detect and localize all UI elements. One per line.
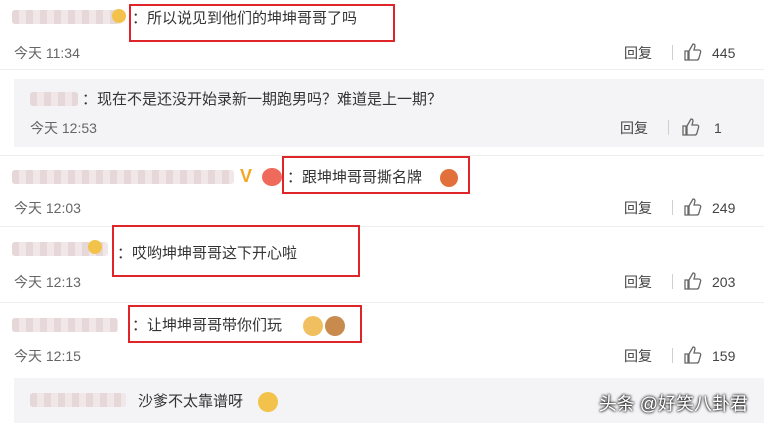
highlight-box (282, 156, 470, 194)
like-count: 1 (714, 120, 722, 136)
emoji-icon (112, 9, 126, 23)
divider (672, 45, 673, 60)
comment-time: 今天 12:15 (14, 348, 81, 364)
comment-time: 今天 12:53 (30, 120, 97, 136)
divider (0, 69, 764, 70)
username-blurred[interactable] (12, 318, 118, 332)
reply-button[interactable]: 回复 (624, 347, 652, 365)
reply-button[interactable]: 回复 (624, 273, 652, 291)
divider (672, 274, 673, 289)
thumbs-up-icon[interactable] (683, 42, 703, 62)
thumbs-up-icon[interactable] (681, 117, 701, 137)
highlight-box (112, 225, 360, 277)
crown-badge-icon (262, 168, 282, 186)
comment-time: 今天 12:13 (14, 274, 81, 290)
like-count: 445 (712, 45, 736, 61)
like-count: 159 (712, 348, 736, 364)
divider (668, 120, 669, 135)
reply-button[interactable]: 回复 (624, 199, 652, 217)
divider (672, 348, 673, 363)
highlight-box (128, 305, 362, 343)
reply-button[interactable]: 回复 (624, 44, 652, 62)
watermark: 头条 @好笑八卦君 (598, 394, 748, 414)
verified-v-icon: V (240, 166, 253, 186)
thumbs-up-icon[interactable] (683, 197, 703, 217)
divider (0, 302, 764, 303)
username-blurred[interactable] (12, 10, 122, 24)
like-count: 203 (712, 274, 736, 290)
like-count: 249 (712, 200, 736, 216)
comment-time: 今天 11:34 (14, 45, 80, 61)
emoji-icon (88, 240, 102, 254)
comment-time: 今天 12:03 (14, 200, 81, 216)
thumbs-up-icon[interactable] (683, 345, 703, 365)
comment-text: ：现在不是还没开始录新一期跑男吗？难道是上一期？ (82, 91, 443, 108)
comment-text: 沙爹不太靠谱呀 (138, 393, 244, 410)
username-blurred[interactable] (12, 170, 234, 184)
username-blurred[interactable] (30, 92, 78, 106)
divider (672, 200, 673, 215)
thumbs-up-icon[interactable] (683, 271, 703, 291)
username-blurred[interactable] (30, 393, 126, 407)
emoji-icon (258, 392, 278, 412)
reply-button[interactable]: 回复 (620, 119, 648, 137)
highlight-box (129, 4, 395, 42)
